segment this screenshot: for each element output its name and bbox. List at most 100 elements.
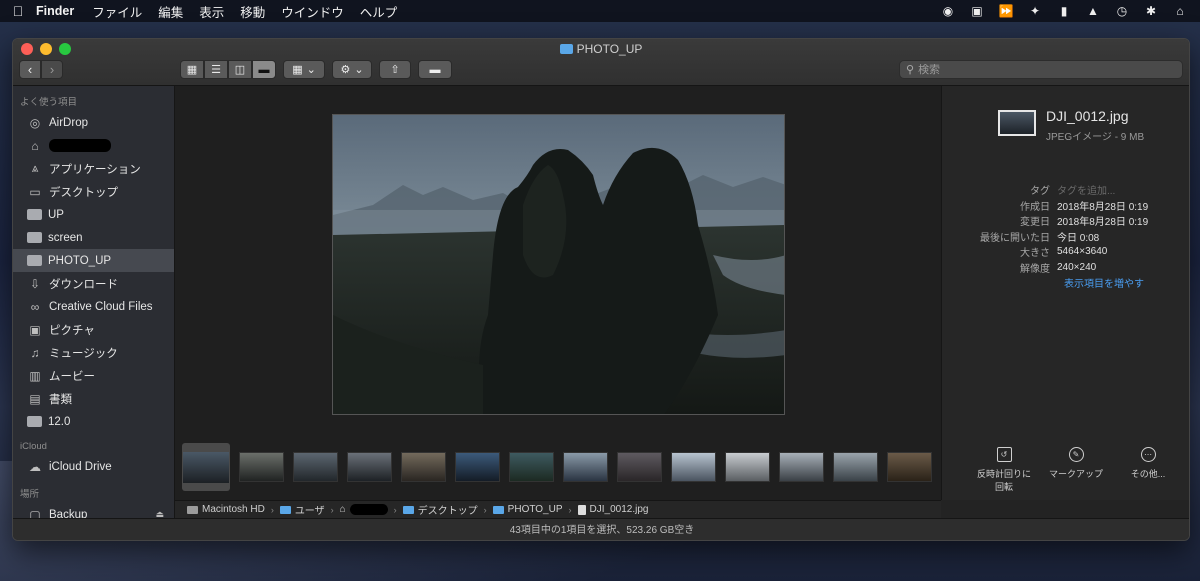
sidebar-item--[interactable]: ♫ ミュージック [13, 341, 174, 364]
gallery-thumbnail[interactable] [725, 452, 770, 482]
redacted-username[interactable] [349, 504, 388, 515]
metadata-value: 5464×3640 [1057, 246, 1108, 258]
bluetooth-icon[interactable]: ✱ [1143, 4, 1159, 18]
rotate-left-label: 反時計回りに回転 [976, 469, 1031, 492]
creative-cloud-icon: ∞ [30, 299, 40, 314]
metadata-key: タグ [1030, 186, 1050, 198]
more-icon: ⋯ [1140, 447, 1156, 462]
folder-icon [27, 209, 42, 220]
metadata-list: タグ タグを追加... 作成日 2018年8月28日 0:19 変更日 2018年8月28… [942, 182, 1189, 275]
path-separator-icon: › [483, 504, 487, 515]
quick-actions: ↺ 反時計回りに回転 ✎ マークアップ ⋯ その他... [942, 447, 1189, 493]
gallery-thumbnail[interactable] [833, 452, 878, 482]
metadata-row: タグ タグを追加... [942, 182, 1189, 198]
sidebar-item-label: Creative Cloud Files [49, 300, 153, 313]
time-machine-icon[interactable]: ◷ [1114, 4, 1130, 18]
metadata-key: 作成日 [1020, 201, 1050, 213]
show-more-link[interactable]: 表示項目を増やす [1064, 275, 1144, 290]
share-button[interactable]: ⇧ [379, 60, 411, 79]
action-button[interactable]: ⚙ ⌄ [332, 60, 372, 79]
tag-icon: ▬ [429, 63, 441, 76]
group-button[interactable]: ▦ ⌄ [283, 60, 325, 79]
eject-icon[interactable]: ⏏ [155, 509, 164, 518]
path-separator-icon: › [330, 504, 334, 515]
menu-view[interactable]: 表示 [199, 2, 224, 21]
rotate-left-button[interactable]: ↺ 反時計回りに回転 [968, 447, 1040, 493]
wifi-icon[interactable]: ⌂ [1172, 4, 1188, 18]
gallery-thumbnail[interactable] [563, 452, 608, 482]
search-field[interactable]: ⚲ [899, 60, 1183, 79]
menu-go[interactable]: 移動 [240, 2, 265, 21]
sidebar-item-airdrop[interactable]: ◎ AirDrop [13, 111, 174, 134]
sidebar-item--[interactable]: ▭ デスクトップ [13, 180, 174, 203]
gallery-thumbnail[interactable] [401, 452, 446, 482]
menu-window[interactable]: ウインドウ [281, 2, 344, 21]
disk-icon: ▢ [29, 507, 41, 519]
screen-mirror-icon[interactable]: ▣ [969, 4, 985, 18]
sidebar-section-icloud: iCloud [20, 441, 47, 452]
tag-input[interactable]: タグを追加... [1057, 182, 1115, 197]
list-view-button[interactable]: ☰ [204, 60, 228, 79]
menu-help[interactable]: ヘルプ [360, 2, 398, 21]
gallery-thumbnail[interactable] [617, 452, 662, 482]
sidebar-item-home[interactable]: ⌂ [13, 134, 174, 157]
gallery-thumbnail[interactable] [671, 452, 716, 482]
sidebar-item-label: screen [48, 231, 83, 244]
path-segment[interactable]: DJI_0012.jpg [590, 504, 649, 515]
more-actions-button[interactable]: ⋯ その他... [1112, 447, 1184, 493]
path-segment[interactable]: ユーザ [295, 502, 325, 517]
sidebar-item-screen[interactable]: screen [13, 226, 174, 249]
sidebar-item-photo-up[interactable]: PHOTO_UP [13, 249, 174, 272]
documents-icon: ▤ [29, 391, 41, 406]
gallery-thumbnail[interactable] [779, 452, 824, 482]
gallery-thumbnail[interactable] [455, 452, 500, 482]
sidebar-item-label: 12.0 [48, 415, 71, 428]
sidebar-item-label: デスクトップ [49, 186, 118, 199]
menu-app-finder[interactable]: Finder [36, 4, 74, 18]
gallery-view-button[interactable]: ▬ [252, 60, 276, 79]
sidebar-item--[interactable]: ▣ ピクチャ [13, 318, 174, 341]
back-button[interactable]: ‹ [19, 60, 41, 79]
sidebar-item--[interactable]: ▥ ムービー [13, 364, 174, 387]
forward-button[interactable]: › [41, 60, 63, 79]
tag-button[interactable]: ▬ [418, 60, 452, 79]
title-bar: PHOTO_UP ‹ › ▦ ☰ ◫ ▬ ▦ ⌄ ⚙ ⌄ ⇧ ▬ ⚲ [13, 39, 1189, 86]
cloud-icon: ☁ [29, 459, 41, 474]
creative-cloud-status-icon[interactable]: ◉ [940, 4, 956, 18]
sidebar-item-12-0[interactable]: 12.0 [13, 410, 174, 433]
hat-icon[interactable]: ▲ [1085, 4, 1101, 18]
sidebar-item-up[interactable]: UP [13, 203, 174, 226]
sidebar-item-icloud-drive[interactable]: ☁ iCloud Drive [13, 455, 174, 478]
gallery-thumbnail[interactable] [239, 452, 284, 482]
path-segment[interactable]: デスクトップ [418, 502, 478, 517]
menu-edit[interactable]: 編集 [158, 2, 183, 21]
sidebar-item--[interactable]: ⇩ ダウンロード [13, 272, 174, 295]
file-kind: JPEGイメージ - 9 MB [1046, 132, 1145, 143]
toggle-icon[interactable]: ▮ [1056, 4, 1072, 18]
path-separator-icon: › [270, 504, 274, 515]
image-preview[interactable] [332, 114, 785, 415]
gallery-thumbnail[interactable] [887, 452, 932, 482]
icon-view-button[interactable]: ▦ [180, 60, 204, 79]
menu-file[interactable]: ファイル [92, 2, 142, 21]
sidebar-item-backup[interactable]: ▢ Backup ⏏ [13, 503, 174, 519]
gallery-thumbnail[interactable] [347, 452, 392, 482]
gallery-thumbnail[interactable] [293, 452, 338, 482]
file-icon [577, 504, 586, 515]
gallery-thumbnail[interactable] [182, 443, 230, 491]
favorites-list: ◎ AirDrop ⌂ ⩓ アプリケーション ▭ デスクトップ UP screen PHOTO_U… [13, 111, 174, 433]
sidebar-item--[interactable]: ⩓ アプリケーション [13, 157, 174, 180]
apple-menu-icon[interactable]:  [0, 3, 36, 19]
finder-window: PHOTO_UP ‹ › ▦ ☰ ◫ ▬ ▦ ⌄ ⚙ ⌄ ⇧ ▬ ⚲ 検索 よく… [12, 38, 1190, 541]
gallery-thumbnail[interactable] [509, 452, 554, 482]
markup-button[interactable]: ✎ マークアップ [1040, 447, 1112, 493]
fast-forward-icon[interactable]: ⏩ [998, 4, 1014, 18]
column-view-button[interactable]: ◫ [228, 60, 252, 79]
file-thumbnail [998, 110, 1036, 136]
path-segment[interactable]: Macintosh HD [202, 504, 265, 515]
sidebar-item-creative-cloud-files[interactable]: ∞ Creative Cloud Files [13, 295, 174, 318]
search-input[interactable] [918, 63, 1159, 76]
path-segment[interactable]: PHOTO_UP [508, 504, 563, 515]
pin-icon[interactable]: ✦ [1027, 4, 1043, 18]
sidebar-item--[interactable]: ▤ 書類 [13, 387, 174, 410]
